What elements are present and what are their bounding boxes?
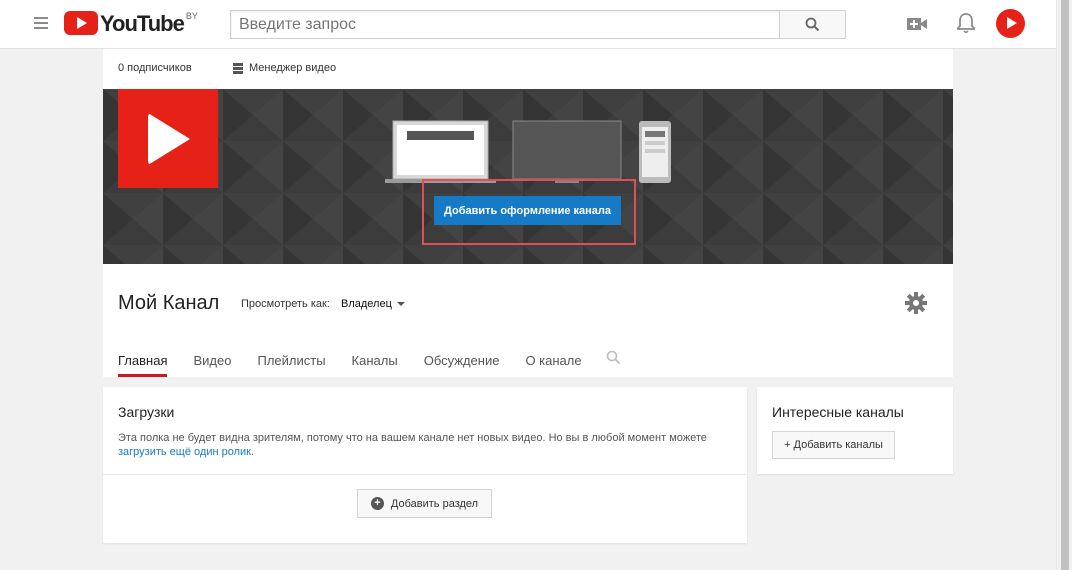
- uploads-text-after: .: [250, 446, 255, 458]
- masthead: YouTube BY: [0, 0, 1056, 49]
- video-manager-label: Менеджер видео: [249, 62, 337, 74]
- channel-header: 0 подписчиков Менеджер видео Добавить оф…: [103, 49, 953, 377]
- video-camera-icon[interactable]: [906, 14, 928, 34]
- tab-channels[interactable]: Каналы: [352, 343, 398, 377]
- scrollbar[interactable]: [1056, 0, 1072, 570]
- add-channels-button[interactable]: + Добавить каналы: [772, 431, 895, 459]
- featured-channels-title: Интересные каналы: [772, 404, 904, 420]
- gear-icon[interactable]: [905, 292, 927, 314]
- channel-tabs: Главная Видео Плейлисты Каналы Обсуждени…: [118, 343, 621, 377]
- uploads-title: Загрузки: [118, 404, 175, 420]
- add-section-button[interactable]: + Добавить раздел: [357, 489, 492, 518]
- channel-avatar[interactable]: [118, 89, 218, 188]
- subscriber-count: 0 подписчиков: [118, 62, 192, 74]
- view-as-value: Владелец: [341, 298, 392, 310]
- add-section-label: Добавить раздел: [390, 497, 479, 510]
- tab-discussion[interactable]: Обсуждение: [424, 343, 500, 377]
- channel-search-button[interactable]: [606, 343, 621, 377]
- video-manager-link[interactable]: Менеджер видео: [233, 62, 336, 74]
- view-as-label: Просмотреть как:: [241, 298, 330, 310]
- tab-about[interactable]: О канале: [525, 343, 581, 377]
- upload-video-link[interactable]: загрузить ещё один ролик: [118, 446, 251, 458]
- divider: [103, 474, 747, 475]
- uploads-description: Эта полка не будет видна зрителям, потом…: [118, 431, 738, 459]
- featured-channels: Интересные каналы + Добавить каналы: [757, 387, 953, 474]
- search-icon: [606, 350, 620, 365]
- avatar[interactable]: [996, 9, 1025, 38]
- channel-title: Мой Канал: [118, 292, 220, 314]
- logo-text: YouTube: [100, 11, 185, 36]
- add-channel-art-button[interactable]: Добавить оформление канала: [434, 196, 621, 225]
- channel-banner: Добавить оформление канала: [103, 89, 953, 264]
- uploads-shelf: Загрузки Эта полка не будет видна зрител…: [103, 387, 747, 543]
- plus-circle-icon: +: [370, 497, 384, 510]
- channel-top-strip: 0 подписчиков Менеджер видео: [103, 49, 953, 89]
- scrollbar-thumb[interactable]: [1061, 0, 1069, 570]
- tab-videos[interactable]: Видео: [193, 343, 231, 377]
- chevron-down-icon: [396, 302, 405, 306]
- youtube-logo[interactable]: YouTube BY: [64, 11, 198, 37]
- menu-icon[interactable]: [34, 17, 48, 29]
- view-as-dropdown[interactable]: Владелец: [341, 298, 405, 310]
- search-icon: [805, 17, 820, 32]
- video-manager-icon: [233, 62, 243, 74]
- search-input[interactable]: [230, 10, 780, 39]
- logo-region: BY: [185, 11, 198, 21]
- bell-icon[interactable]: [956, 12, 976, 34]
- youtube-play-icon: [64, 11, 98, 35]
- uploads-text-before: Эта полка не будет видна зрителям, потом…: [118, 432, 707, 444]
- tab-playlists[interactable]: Плейлисты: [257, 343, 325, 377]
- tab-home[interactable]: Главная: [118, 343, 168, 377]
- search-button[interactable]: [779, 10, 846, 39]
